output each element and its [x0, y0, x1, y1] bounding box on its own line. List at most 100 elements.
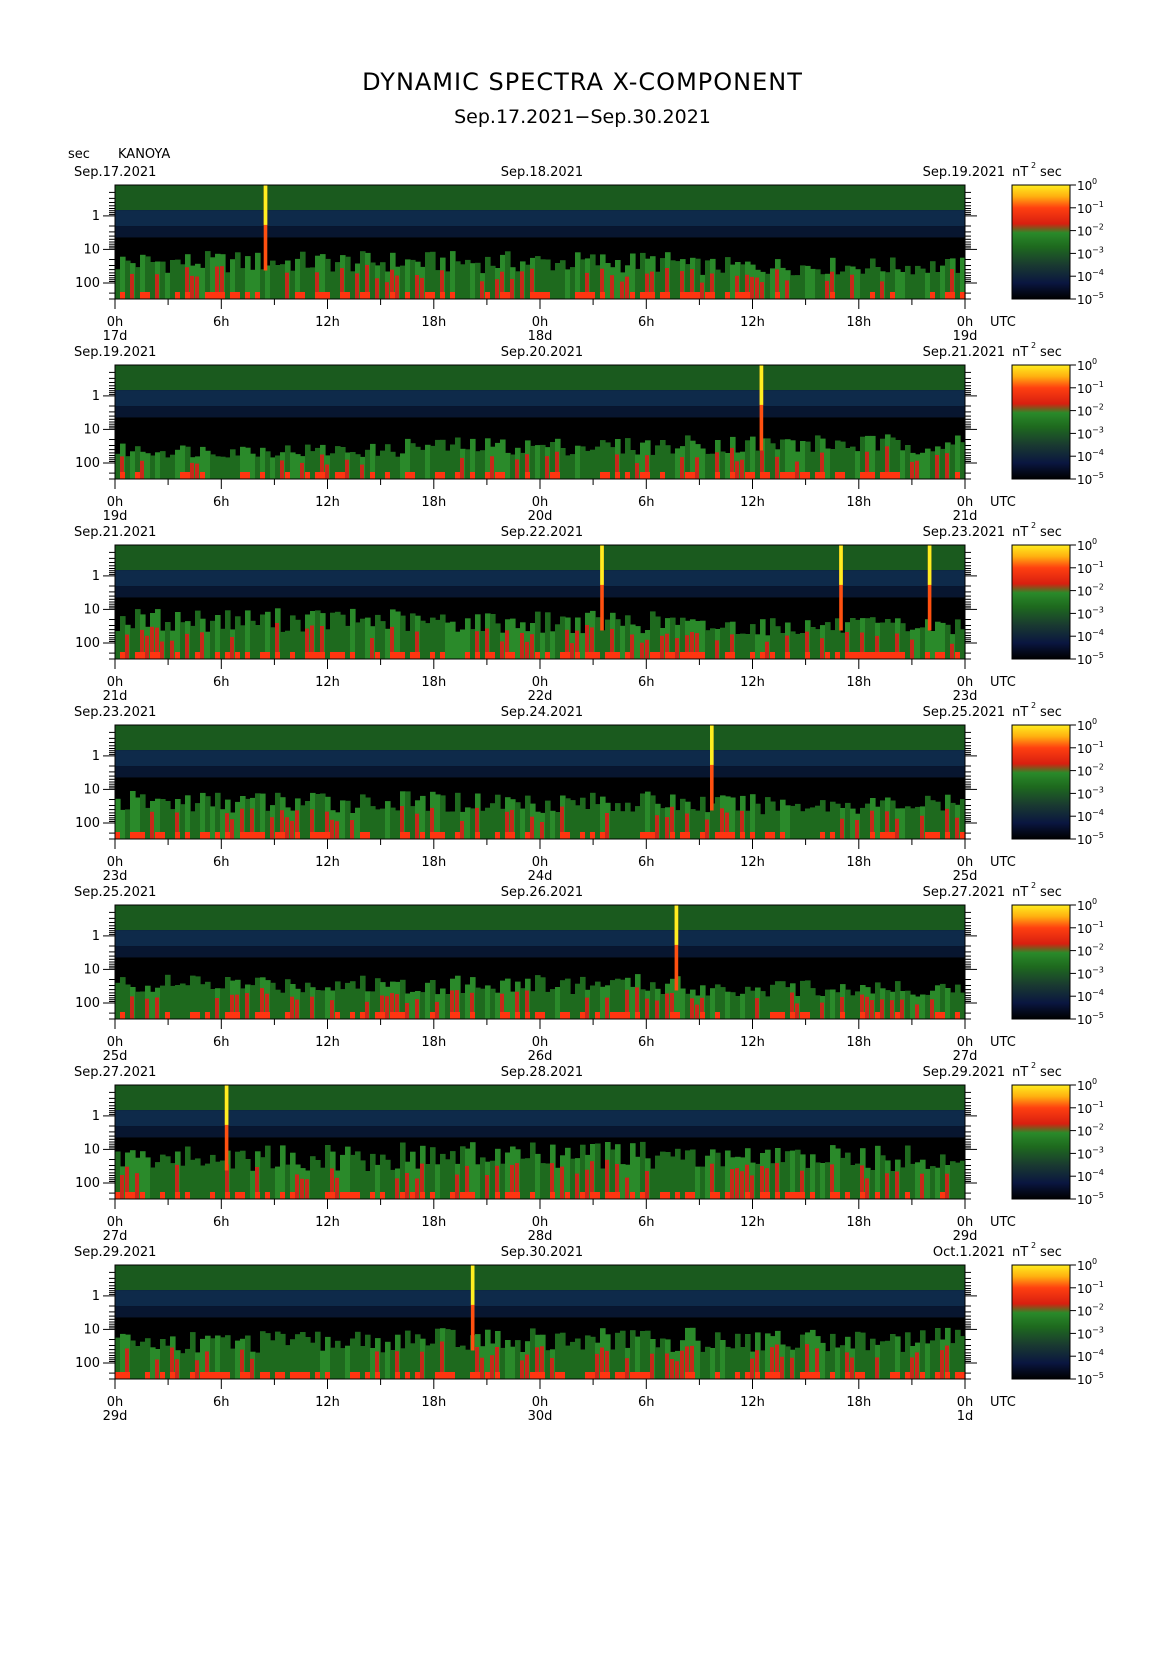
activity-column — [205, 450, 211, 479]
activity-column — [350, 271, 356, 299]
colorbar: 10 010 −110 −210 −310 −410 −5nT 2 sec — [1011, 701, 1104, 847]
activity-floor — [410, 472, 416, 479]
activity-floor — [120, 1012, 126, 1019]
activity-column — [755, 450, 761, 479]
activity-column — [235, 252, 241, 299]
activity-floor — [640, 292, 646, 299]
colorbar-tick-exp: −5 — [1092, 831, 1104, 840]
colorbar: 10 010 −110 −210 −310 −410 −5nT 2 sec — [1011, 521, 1104, 667]
activity-column — [720, 987, 726, 1019]
activity-floor — [400, 652, 406, 659]
activity-floor — [535, 1372, 541, 1379]
activity-column — [275, 455, 281, 479]
x-axis: 0h 6h 12h 18h 0h 6h 12h 18h 0h UTC17d 18d 19d — [103, 299, 1016, 344]
activity-floor — [785, 1192, 791, 1199]
activity-floor — [175, 832, 181, 839]
activity-column — [455, 631, 461, 659]
activity-peak — [625, 1177, 629, 1199]
y-tick-label: 1 — [92, 749, 100, 764]
activity-floor — [430, 1192, 436, 1199]
activity-peak — [420, 1351, 424, 1379]
activity-floor — [160, 832, 166, 839]
y-tick-label: 10 — [83, 242, 100, 257]
activity-peak — [250, 1358, 254, 1379]
activity-floor — [625, 1012, 631, 1019]
activity-floor — [685, 472, 691, 479]
activity-peak — [285, 817, 289, 839]
activity-peak — [145, 635, 149, 659]
impulse-spike-core — [839, 545, 843, 585]
activity-column — [875, 1145, 881, 1199]
x-tick-label: 6h — [213, 675, 230, 690]
activity-column — [395, 810, 401, 839]
activity-floor — [690, 1372, 696, 1379]
colorbar-unit-tail: sec — [1040, 705, 1062, 720]
activity-column — [905, 1145, 911, 1199]
activity-column — [510, 454, 516, 479]
activity-column — [815, 805, 821, 839]
activity-floor — [525, 1012, 531, 1019]
activity-column — [700, 1166, 706, 1199]
activity-column — [315, 1331, 321, 1379]
x-tick-label: 12h — [315, 495, 340, 510]
x-tick-label: 0h — [532, 1035, 549, 1050]
colorbar-tick-exp: −3 — [1092, 1325, 1104, 1334]
activity-floor — [770, 652, 776, 659]
activity-floor — [580, 1192, 586, 1199]
colorbar-tick-base: 10 — [1077, 293, 1092, 307]
colorbar-tick-exp: −4 — [1092, 808, 1104, 817]
activity-column — [620, 1164, 626, 1199]
activity-column — [490, 1160, 496, 1199]
activity-floor — [435, 832, 441, 839]
activity-floor — [225, 832, 231, 839]
activity-column — [620, 625, 626, 659]
activity-column — [600, 1168, 606, 1199]
activity-column — [795, 275, 801, 299]
activity-column — [165, 1156, 171, 1199]
activity-column — [835, 803, 841, 839]
activity-column — [450, 251, 456, 299]
colorbar-tick-exp: −1 — [1092, 920, 1104, 929]
activity-column — [905, 990, 911, 1019]
activity-column — [575, 1338, 581, 1379]
x-tick-label: 6h — [638, 1035, 655, 1050]
activity-column — [290, 452, 296, 479]
activity-column — [620, 1330, 626, 1379]
activity-column — [480, 988, 486, 1019]
activity-column — [385, 1159, 391, 1199]
activity-column — [545, 1163, 551, 1199]
activity-floor — [330, 652, 336, 659]
activity-floor — [345, 1192, 351, 1199]
activity-column — [280, 631, 286, 659]
activity-floor — [220, 292, 226, 299]
activity-column — [170, 1163, 176, 1199]
activity-floor — [120, 1372, 126, 1379]
colorbar-unit-tail: sec — [1040, 345, 1062, 360]
activity-column — [660, 1338, 666, 1379]
activity-column — [145, 1157, 151, 1199]
activity-floor — [585, 1372, 591, 1379]
activity-peak — [730, 1169, 734, 1199]
activity-floor — [940, 1192, 946, 1199]
activity-column — [305, 267, 311, 299]
activity-floor — [760, 472, 766, 479]
activity-peak — [310, 996, 314, 1019]
colorbar-tick-exp: −4 — [1092, 1168, 1104, 1177]
colorbar-tick-exp: −2 — [1092, 583, 1104, 592]
activity-floor — [430, 652, 436, 659]
activity-floor — [335, 472, 341, 479]
colorbar-unit-sup: 2 — [1031, 881, 1036, 890]
activity-column — [300, 805, 306, 839]
activity-floor — [855, 1372, 861, 1379]
activity-floor — [870, 832, 876, 839]
activity-column — [220, 809, 226, 839]
activity-column — [250, 985, 256, 1019]
spectrogram-bands — [115, 1265, 965, 1318]
activity-column — [950, 1161, 956, 1199]
activity-peak — [215, 998, 219, 1019]
colorbar-tick-base: 10 — [1077, 539, 1092, 553]
activity-floor — [605, 472, 611, 479]
activity-floor — [535, 1012, 541, 1019]
activity-floor — [310, 652, 316, 659]
activity-peak — [945, 1173, 949, 1199]
